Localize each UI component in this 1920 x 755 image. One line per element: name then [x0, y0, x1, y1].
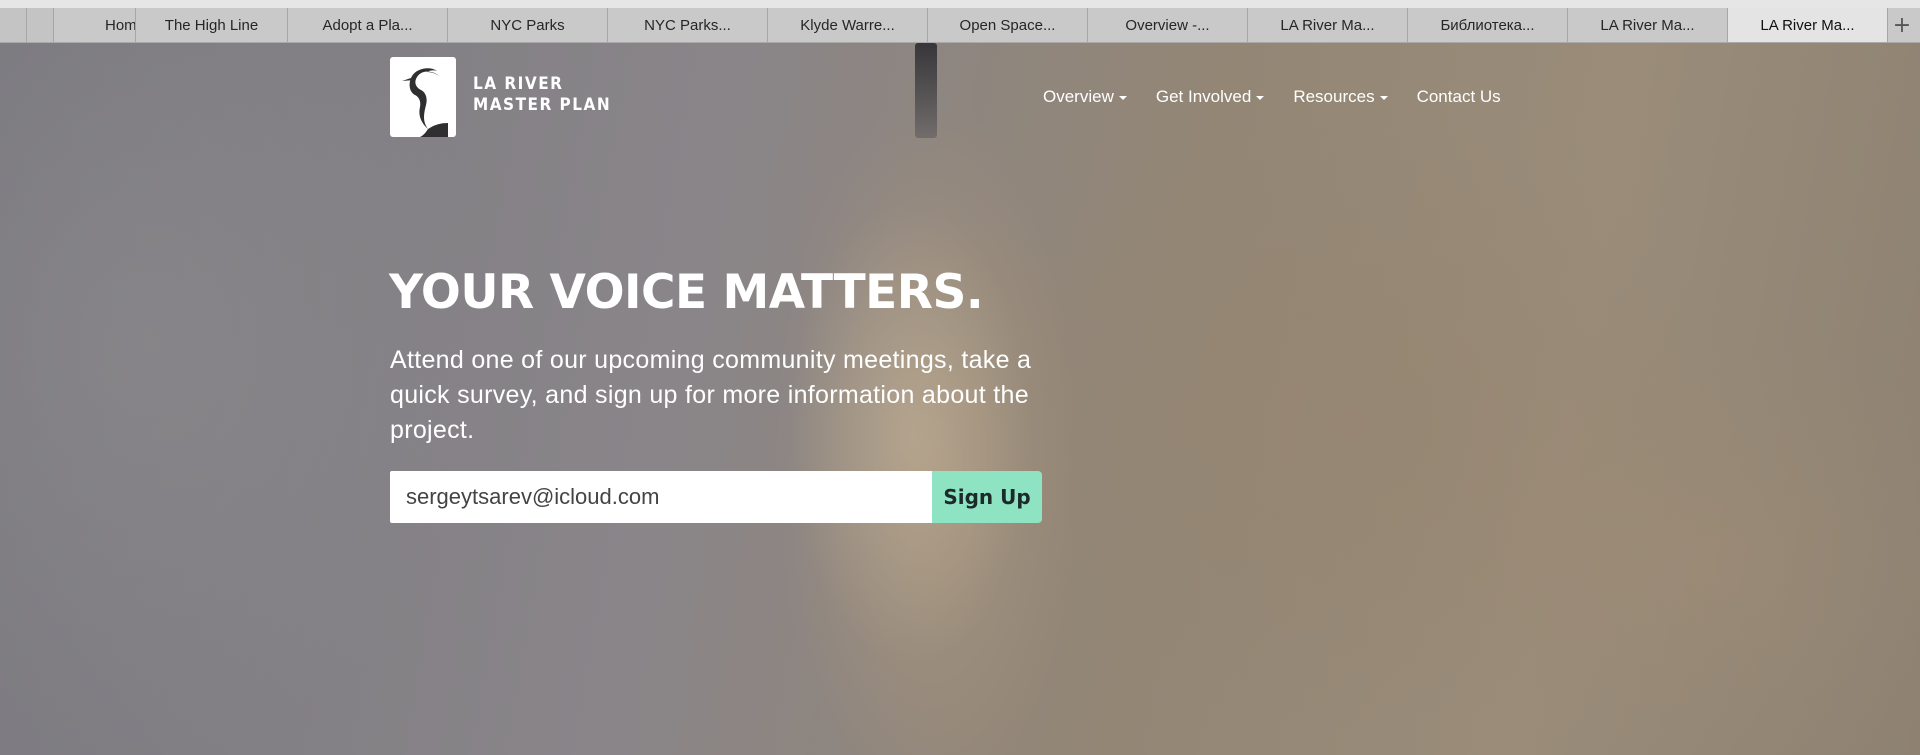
tab-label: Adopt a Pla... [322, 16, 413, 34]
nav-item-label: Overview [1043, 87, 1114, 106]
tab-label: Hom [105, 16, 135, 34]
browser-tab-strip: Hom The High Line Adopt a Pla... NYC Par… [0, 0, 1920, 43]
browser-tab[interactable]: The High Line [136, 8, 288, 42]
tab-label: Библиотека... [1440, 16, 1535, 34]
browser-tab[interactable]: Klyde Warre... [768, 8, 928, 42]
logo-line-2: MASTER PLAN [473, 95, 612, 115]
browser-tab[interactable]: Open Space... [928, 8, 1088, 42]
tab-label: The High Line [164, 16, 259, 34]
heron-logo-icon [402, 68, 448, 137]
nav-item-resources[interactable]: Resources [1293, 87, 1388, 107]
tab-label: NYC Parks... [644, 16, 731, 34]
signup-form: Sign Up [390, 471, 1042, 523]
nav-item-get-involved[interactable]: Get Involved [1155, 87, 1265, 107]
nav-item-contact-us[interactable]: Contact Us [1417, 87, 1501, 107]
tab-label: Overview -... [1125, 16, 1210, 34]
nav-item-label: Resources [1293, 87, 1375, 106]
browser-tab[interactable]: NYC Parks [448, 8, 608, 42]
plus-icon: + [1892, 12, 1912, 38]
pinned-tab[interactable] [27, 8, 54, 42]
sign-up-button[interactable]: Sign Up [932, 471, 1042, 523]
hero-subtext: Attend one of our upcoming community mee… [390, 346, 1032, 444]
browser-tab[interactable]: NYC Parks... [608, 8, 768, 42]
caret-down-icon [1256, 96, 1265, 100]
pinned-tab[interactable] [0, 8, 27, 42]
new-tab-button[interactable]: + [1888, 8, 1916, 42]
logo-line-1: LA RIVER [473, 74, 564, 94]
tab-label: LA River Ma... [1760, 16, 1855, 34]
nav-item-overview[interactable]: Overview [1043, 87, 1127, 107]
site-logo[interactable] [390, 57, 456, 137]
nav-item-label: Contact Us [1416, 87, 1501, 106]
browser-tab[interactable]: Adopt a Pla... [288, 8, 448, 42]
tab-label: LA River Ma... [1280, 16, 1375, 34]
browser-tab[interactable]: Overview -... [1088, 8, 1248, 42]
browser-tab[interactable]: LA River Ma... [1248, 8, 1408, 42]
tab-label: Open Space... [959, 16, 1056, 34]
caret-down-icon [1118, 96, 1127, 100]
tab-label: NYC Parks [490, 16, 565, 34]
tab-label: Klyde Warre... [800, 16, 895, 34]
browser-tab-home[interactable]: Hom [54, 8, 136, 42]
hero-headline: YOUR VOICE MATTERS. [389, 265, 984, 320]
site-logo-text[interactable]: LA RIVER MASTER PLAN [473, 74, 611, 116]
browser-tab[interactable]: LA River Ma... [1568, 8, 1728, 42]
email-field[interactable] [390, 471, 932, 523]
nav-item-label: Get Involved [1155, 87, 1252, 106]
browser-tab[interactable]: Библиотека... [1408, 8, 1568, 42]
caret-down-icon [1379, 96, 1388, 100]
main-nav: Overview Get Involved Resources Contact … [1043, 87, 1530, 107]
tab-label: LA River Ma... [1600, 16, 1695, 34]
browser-tab-active[interactable]: LA River Ma... [1728, 8, 1888, 42]
